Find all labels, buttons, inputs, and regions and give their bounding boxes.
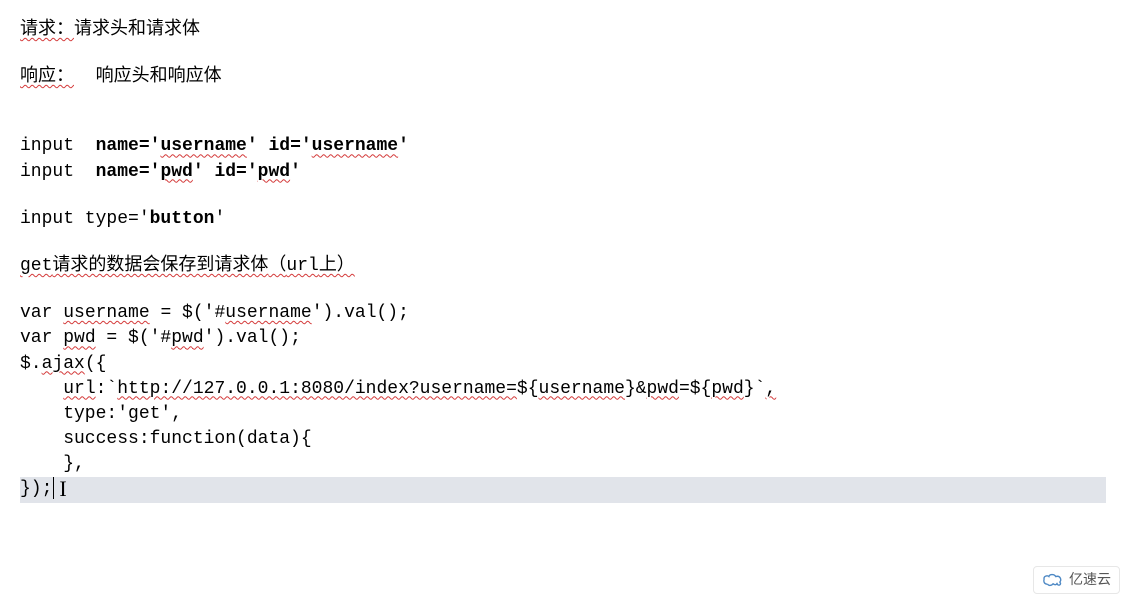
ibeam-cursor-icon: I [59, 478, 66, 500]
cloud-icon [1042, 573, 1064, 587]
text-line: input type='button' [20, 207, 1106, 232]
text-line: 请求：请求头和请求体 [20, 18, 1106, 43]
watermark-text: 亿速云 [1069, 570, 1111, 590]
code-line: var username = $('#username').val(); [20, 301, 1106, 326]
document-content: 请求：请求头和请求体 响应： 响应头和响应体 input name='usern… [20, 18, 1106, 503]
code-line-active[interactable]: });I [20, 477, 1106, 502]
code-line: url:`http://127.0.0.1:8080/index?usernam… [20, 377, 1106, 402]
code-line: var pwd = $('#pwd').val(); [20, 326, 1106, 351]
text-line: input name='pwd' id='pwd' [20, 160, 1106, 185]
text-line: 响应： 响应头和响应体 [20, 65, 1106, 90]
text-line: input name='username' id='username' [20, 134, 1106, 159]
code-line: success:function(data){ [20, 427, 1106, 452]
text-line: get请求的数据会保存到请求体（url上） [20, 254, 1106, 279]
code-line: $.ajax({ [20, 352, 1106, 377]
watermark-badge: 亿速云 [1033, 566, 1120, 594]
code-line: type:'get', [20, 402, 1106, 427]
code-line: }, [20, 452, 1106, 477]
text-cursor [53, 477, 54, 499]
